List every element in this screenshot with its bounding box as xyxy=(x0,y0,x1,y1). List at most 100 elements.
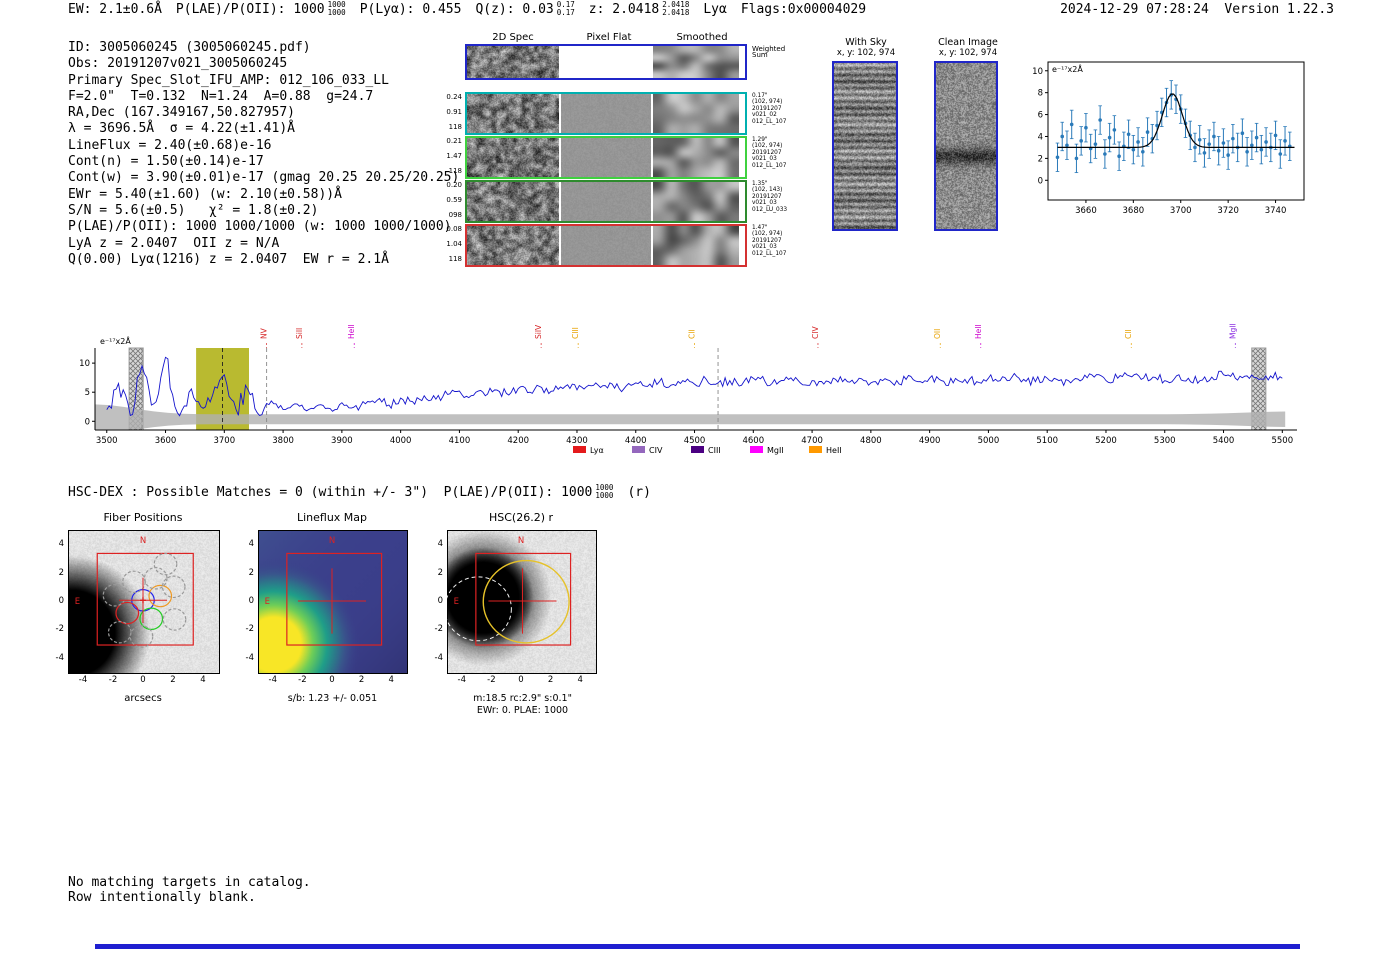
svg-text:SiIV: SiIV xyxy=(534,324,543,339)
svg-text:5: 5 xyxy=(85,388,90,398)
svg-text:3800: 3800 xyxy=(272,436,294,446)
svg-text:3720: 3720 xyxy=(1217,206,1239,216)
axis-tick-label: -4 xyxy=(457,675,467,685)
axis-tick-label: 0 xyxy=(140,675,146,685)
cutout-left-value: 1.47 xyxy=(446,152,462,160)
hsc-dex-match-line: HSC-DEX : Possible Matches = 0 (within +… xyxy=(68,483,665,500)
spectrum-x-ticks: 3500 3600 3700 3800 3900 4000 4100 4200 4300 4400… xyxy=(96,430,1293,446)
stat-text: Q(z): 0.03 xyxy=(475,2,554,17)
info-line: Obs: 20191207v021_3005060245 xyxy=(68,56,288,72)
stat-text: P(LAE)/P(OII): 1000 xyxy=(175,2,325,17)
svg-text:3740: 3740 xyxy=(1265,206,1287,216)
spectrum-trace xyxy=(106,356,1283,417)
info-line: F=2.0" T=0.132 N=1.24 A=0.88 g=24.7 xyxy=(68,88,374,104)
header-stats-bar: EW: 2.1±0.6Å P(LAE)/P(OII): 1000 1000 1000 P… xyxy=(68,0,880,17)
axis-tick-label: 4 xyxy=(388,675,394,685)
cutout-flat-canvas xyxy=(561,94,651,133)
cutout-spec2d-canvas xyxy=(467,182,559,221)
svg-text:SiII: SiII xyxy=(295,328,304,339)
cutout-spec2d-canvas xyxy=(467,94,559,133)
fiber-positions-xlabel: arcsecs xyxy=(124,693,162,704)
cutout-smooth-canvas xyxy=(653,226,739,265)
lineflux-map-overlay: NE xyxy=(265,536,383,646)
cutout-row-images xyxy=(465,136,747,179)
svg-text:4100: 4100 xyxy=(449,436,471,446)
stat-range: 1000 1000 xyxy=(595,483,614,500)
ifu-footprint-box xyxy=(286,552,383,646)
hsc-caption-2: EWr: 0. PLAE: 1000 xyxy=(476,705,569,716)
cutout-row-images xyxy=(465,44,747,80)
clean-image-title: Clean Image xyxy=(938,37,998,48)
axis-tick-label: -2 xyxy=(108,675,118,685)
cutout-row-left-labels: 0.21 1.47 118 xyxy=(434,138,462,175)
axis-tick-label: 2 xyxy=(248,567,254,578)
cutout-row-left-labels: 0.08 1.04 118 xyxy=(434,226,462,263)
svg-text:MgII: MgII xyxy=(1228,323,1237,339)
svg-text:10: 10 xyxy=(79,359,90,369)
cutout-spec2d-canvas xyxy=(467,46,559,78)
noise-band xyxy=(95,404,1286,430)
axis-tick-label: 2 xyxy=(358,675,365,685)
axis-tick-label: 4 xyxy=(248,539,254,550)
svg-text:4000: 4000 xyxy=(390,436,412,446)
svg-text:5000: 5000 xyxy=(978,436,1000,446)
cutout-row-annotation: Weighted Sum xyxy=(752,45,786,60)
cutout-left-value: 0.20 xyxy=(446,181,462,189)
svg-text:CIV: CIV xyxy=(811,326,820,339)
compass-east-label: E xyxy=(75,597,80,607)
col-header-2dspec: 2D Spec xyxy=(492,32,534,43)
stat-text: (r) xyxy=(627,485,651,500)
stat-text: EW: 2.1±0.6Å xyxy=(68,2,162,17)
svg-text:5200: 5200 xyxy=(1095,436,1117,446)
cutout-row-images xyxy=(465,92,747,135)
axis-tick-label: -2 xyxy=(487,675,496,685)
cutout-left-value: 0.59 xyxy=(446,196,462,204)
cutout-spec2d-canvas xyxy=(467,226,559,265)
info-line: λ = 3696.5Å σ = 4.22(±1.41)Å xyxy=(68,121,295,137)
svg-text:4500: 4500 xyxy=(684,436,706,446)
stat-piece: P(LAE)/P(OII): 1000 1000 1000 xyxy=(175,0,346,17)
svg-text:4300: 4300 xyxy=(566,436,588,446)
spectrum-legend: Lyα CIV CIII MgII HeII xyxy=(573,446,842,455)
svg-text:CIII: CIII xyxy=(571,327,580,339)
axis-tick-label: 2 xyxy=(58,567,64,578)
cutout-blank-canvas xyxy=(561,46,651,78)
svg-text:4400: 4400 xyxy=(625,436,647,446)
cutout-left-value: 0.21 xyxy=(446,137,462,145)
svg-text:CII: CII xyxy=(1124,329,1133,339)
info-line: Cont(w) = 3.90(±0.01)e-17 (gmag 20.25 20… xyxy=(68,170,460,186)
footer-note-2: Row intentionally blank. xyxy=(68,890,256,905)
svg-text:HeII: HeII xyxy=(974,324,983,339)
axis-tick-label: -2 xyxy=(298,675,307,685)
stat-text: Flags:0x00004029 xyxy=(740,2,867,17)
compass-north-label: N xyxy=(518,536,524,546)
info-line: Cont(n) = 1.50(±0.14)e-17 xyxy=(68,154,264,170)
fit-units-annotation: e⁻¹⁷x2Å xyxy=(1052,63,1083,74)
hsc-caption-1: m:18.5 rc:2.9" s:0.1" xyxy=(473,693,572,704)
stat-piece: (r) xyxy=(627,485,650,500)
full-spectrum-plot: 3500 3600 3700 3800 3900 4000 4100 4200 4300 4400… xyxy=(79,323,1297,455)
svg-text:5500: 5500 xyxy=(1271,436,1293,446)
info-line: RA,Dec (167.349167,50.827957) xyxy=(68,105,295,121)
axis-tick-label: -2 xyxy=(245,624,254,635)
svg-text:0: 0 xyxy=(1038,176,1043,186)
stat-piece: EW: 2.1±0.6Å xyxy=(68,2,162,17)
stat-range: 1000 1000 xyxy=(327,0,346,17)
stat-piece: Flags:0x00004029 xyxy=(741,2,866,17)
axis-tick-label: 0 xyxy=(329,675,335,685)
cutout-flat-canvas xyxy=(561,226,651,265)
fiber-circle xyxy=(107,620,132,644)
svg-text:4: 4 xyxy=(1038,132,1043,142)
cutout-row-annotation: 1.35" (102, 143) 20191207 v021_03 012_LU… xyxy=(752,181,788,213)
fiber-circle xyxy=(153,552,178,576)
svg-text:4800: 4800 xyxy=(860,436,882,446)
cutout-left-value: 118 xyxy=(448,167,462,175)
compass-east-label: E xyxy=(265,597,270,607)
lineflux-map-caption: s/b: 1.23 +/- 0.051 xyxy=(287,693,378,704)
with-sky-image xyxy=(832,61,898,231)
hsc-panel-title: HSC(26.2) r xyxy=(488,511,554,524)
svg-text:4900: 4900 xyxy=(919,436,941,446)
axis-tick-label: -4 xyxy=(434,652,443,663)
col-header-smoothed: Smoothed xyxy=(676,32,728,43)
cutout-left-value: 0.91 xyxy=(446,108,462,116)
